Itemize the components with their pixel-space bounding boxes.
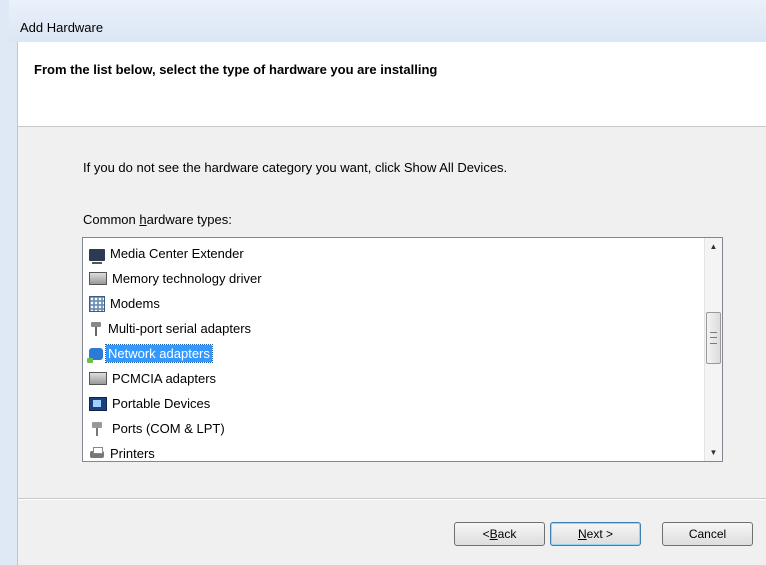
list-item-label: Printers xyxy=(110,446,155,461)
list-items: Media Center Extender Memory technology … xyxy=(87,241,689,466)
modem-icon xyxy=(89,295,105,312)
next-mnemonic: N xyxy=(577,527,587,541)
back-button[interactable]: < Back xyxy=(454,522,545,546)
printer-icon xyxy=(89,446,105,462)
list-item-label: Modems xyxy=(110,296,160,311)
list-item-pcmcia-adapters[interactable]: PCMCIA adapters xyxy=(89,366,689,391)
hint-text: If you do not see the hardware category … xyxy=(83,160,508,175)
scroll-thumb[interactable] xyxy=(706,312,721,364)
list-item-memory-technology-driver[interactable]: Memory technology driver xyxy=(89,266,689,291)
window-title: Add Hardware xyxy=(20,20,104,35)
next-button[interactable]: Next > xyxy=(550,522,641,546)
cancel-button[interactable]: Cancel xyxy=(662,522,753,546)
scroll-up-arrow-icon[interactable]: ▲ xyxy=(705,238,722,255)
hardware-types-list[interactable]: Media Center Extender Memory technology … xyxy=(82,237,723,462)
title-bar[interactable]: Add Hardware xyxy=(9,0,766,42)
list-item-label: Network adapters xyxy=(105,344,213,363)
monitor-icon xyxy=(89,248,105,264)
back-mnemonic: B xyxy=(489,527,498,541)
next-suffix: ext > xyxy=(586,527,614,541)
list-item-multi-port-serial-adapters[interactable]: Multi-port serial adapters xyxy=(89,316,689,341)
footer-divider xyxy=(18,498,766,499)
list-item-label: PCMCIA adapters xyxy=(112,371,217,386)
grip-icon xyxy=(710,332,717,344)
list-item-portable-devices[interactable]: Portable Devices xyxy=(89,391,689,416)
memory-card-icon xyxy=(89,272,107,285)
network-adapter-icon xyxy=(87,348,103,363)
port-connector-icon xyxy=(89,421,107,437)
window: { "window": { "title": "Add Hardware" },… xyxy=(0,0,766,565)
list-item-label: Multi-port serial adapters xyxy=(108,321,252,336)
wizard-header: From the list below, select the type of … xyxy=(18,42,766,127)
pcmcia-card-icon xyxy=(89,372,107,385)
serial-port-icon xyxy=(89,321,103,337)
portable-device-icon xyxy=(89,396,107,411)
list-item-label: Ports (COM & LPT) xyxy=(112,421,225,436)
list-item-ports-com-lpt[interactable]: Ports (COM & LPT) xyxy=(89,416,689,441)
list-item-label: Portable Devices xyxy=(112,396,211,411)
list-label: Common hardware types: xyxy=(83,212,232,227)
back-prefix: < xyxy=(482,527,490,541)
wizard-dialog: From the list below, select the type of … xyxy=(17,42,766,565)
scroll-down-arrow-icon[interactable]: ▼ xyxy=(705,444,722,461)
list-item-media-center-extender[interactable]: Media Center Extender xyxy=(89,241,689,266)
list-item-label: Media Center Extender xyxy=(110,246,244,261)
list-item-label: Memory technology driver xyxy=(112,271,262,286)
list-item-network-adapters[interactable]: Network adapters xyxy=(87,341,689,366)
list-item-printers[interactable]: Printers xyxy=(89,441,689,466)
vertical-scrollbar[interactable]: ▲ ▼ xyxy=(704,238,722,461)
list-label-prefix: Common xyxy=(83,212,140,227)
list-item-modems[interactable]: Modems xyxy=(89,291,689,316)
list-label-suffix: ardware types: xyxy=(146,212,232,227)
back-suffix: ack xyxy=(497,527,517,541)
list-label-mnemonic: h xyxy=(139,212,147,227)
page-title: From the list below, select the type of … xyxy=(34,62,438,77)
